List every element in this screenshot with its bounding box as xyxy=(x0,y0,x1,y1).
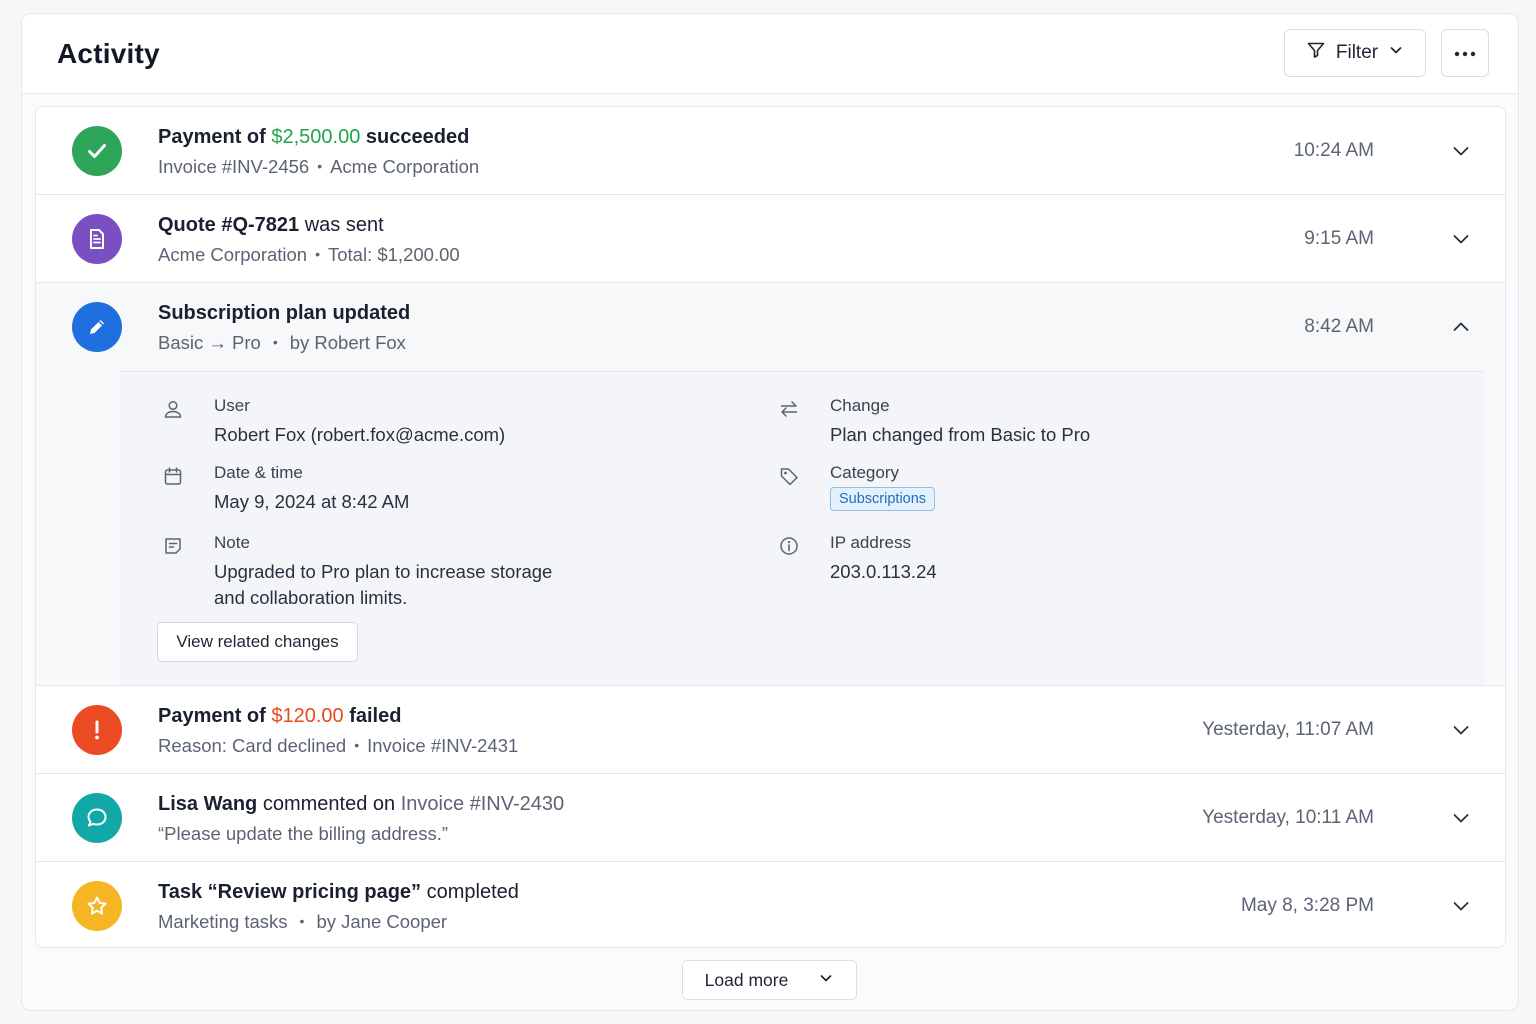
detail-label: User xyxy=(214,396,250,415)
amount: $2,500.00 xyxy=(271,126,361,148)
activity-row-task-completed[interactable]: Task “Review pricing page” completed Mar… xyxy=(36,862,1505,947)
invoice-link[interactable]: Invoice #INV-2430 xyxy=(401,793,564,815)
chevron-down-icon[interactable] xyxy=(1451,720,1471,740)
chevron-down-icon[interactable] xyxy=(1451,141,1471,161)
comment-icon xyxy=(72,793,122,843)
chevron-down-icon xyxy=(1388,42,1404,64)
detail-value: Upgraded to Pro plan to increase storage… xyxy=(214,559,552,611)
detail-value: May 9, 2024 at 8:42 AM xyxy=(214,491,410,512)
detail-value: Plan changed from Basic to Pro xyxy=(830,424,1091,445)
view-related-changes-button[interactable]: View related changes xyxy=(157,622,358,662)
load-more-button[interactable]: Load more xyxy=(682,960,857,1000)
activity-title: Task “Review pricing page” completed xyxy=(158,881,519,903)
ellipsis-icon xyxy=(1454,44,1476,62)
activity-row-payment-succeeded[interactable]: Payment of $2,500.00 succeeded Invoice #… xyxy=(36,107,1505,195)
chevron-down-icon xyxy=(818,970,834,991)
activity-subtitle: Invoice #INV-2456 • Acme Corporation xyxy=(158,156,480,177)
load-more-label: Load more xyxy=(704,969,789,990)
calendar-icon xyxy=(162,465,184,487)
detail-label: IP address xyxy=(830,533,911,552)
detail-label: Category xyxy=(830,463,899,482)
chevron-down-icon[interactable] xyxy=(1451,896,1471,916)
activity-subtitle: Reason: Card declined • Invoice #INV-2431 xyxy=(158,735,519,756)
note-icon xyxy=(162,535,184,557)
chevron-down-icon[interactable] xyxy=(1451,808,1471,828)
page-title: Activity xyxy=(57,38,160,69)
more-options-button[interactable] xyxy=(1441,29,1489,77)
activity-list: Payment of $2,500.00 succeeded Invoice #… xyxy=(35,106,1506,948)
detail-value: 203.0.113.24 xyxy=(830,561,937,582)
tag-icon xyxy=(778,465,800,487)
activity-title: Payment of $2,500.00 succeeded xyxy=(158,126,470,148)
amount: $120.00 xyxy=(271,705,344,727)
activity-details: User Robert Fox (robert.fox@acme.com) Da… xyxy=(36,371,1505,686)
activity-row-subscription-updated[interactable]: Subscription plan updated Basic → Pro • by… xyxy=(36,283,1505,371)
filter-icon xyxy=(1306,40,1326,66)
note-line: Upgraded to Pro plan to increase storage xyxy=(214,561,553,582)
panel-header: Activity Filter xyxy=(22,14,1518,94)
pencil-icon xyxy=(72,302,122,352)
document-icon xyxy=(72,214,122,264)
activity-subtitle: “Please update the billing address.” xyxy=(158,823,449,844)
star-icon xyxy=(72,881,122,931)
category-badge[interactable]: Subscriptions xyxy=(830,487,936,511)
activity-time: May 8, 3:28 PM xyxy=(1240,895,1374,916)
activity-time: 9:15 AM xyxy=(1304,228,1374,249)
activity-time: Yesterday, 10:11 AM xyxy=(1202,807,1374,828)
detail-label: Date & time xyxy=(214,463,303,482)
swap-icon xyxy=(778,398,800,420)
activity-row-payment-failed[interactable]: Payment of $120.00 failed Reason: Card d… xyxy=(36,686,1505,774)
activity-time: 10:24 AM xyxy=(1293,140,1374,161)
activity-row-quote-sent[interactable]: Quote #Q-7821 was sent Acme Corporation •… xyxy=(36,195,1505,283)
activity-subtitle: Marketing tasks • by Jane Cooper xyxy=(158,911,448,932)
info-icon xyxy=(778,535,800,557)
check-icon xyxy=(72,126,122,176)
chevron-up-icon[interactable] xyxy=(1451,317,1471,337)
activity-title: Payment of $120.00 failed xyxy=(158,705,402,727)
activity-title: Quote #Q-7821 was sent xyxy=(158,214,384,236)
activity-subtitle: Acme Corporation • Total: $1,200.00 xyxy=(158,244,460,265)
chevron-down-icon[interactable] xyxy=(1451,229,1471,249)
filter-label: Filter xyxy=(1335,42,1379,63)
filter-button[interactable]: Filter xyxy=(1284,29,1426,77)
activity-time: 8:42 AM xyxy=(1304,316,1374,337)
activity-row-comment[interactable]: Lisa Wang commented on Invoice #INV-2430… xyxy=(36,774,1505,862)
detail-label: Note xyxy=(214,533,250,552)
alert-icon xyxy=(72,705,122,755)
activity-title: Subscription plan updated xyxy=(158,302,411,324)
activity-subtitle: Basic → Pro • by Robert Fox xyxy=(158,332,406,353)
detail-label: Change xyxy=(830,396,890,415)
user-icon xyxy=(162,398,184,420)
note-line: and collaboration limits. xyxy=(214,587,408,608)
detail-value: Robert Fox (robert.fox@acme.com) xyxy=(214,424,506,445)
activity-panel: Activity Filter Payment of $2,500.00 suc… xyxy=(21,13,1519,1011)
activity-time: Yesterday, 11:07 AM xyxy=(1202,719,1374,740)
details-panel: User Robert Fox (robert.fox@acme.com) Da… xyxy=(120,371,1484,685)
activity-title: Lisa Wang commented on Invoice #INV-2430 xyxy=(158,793,565,815)
